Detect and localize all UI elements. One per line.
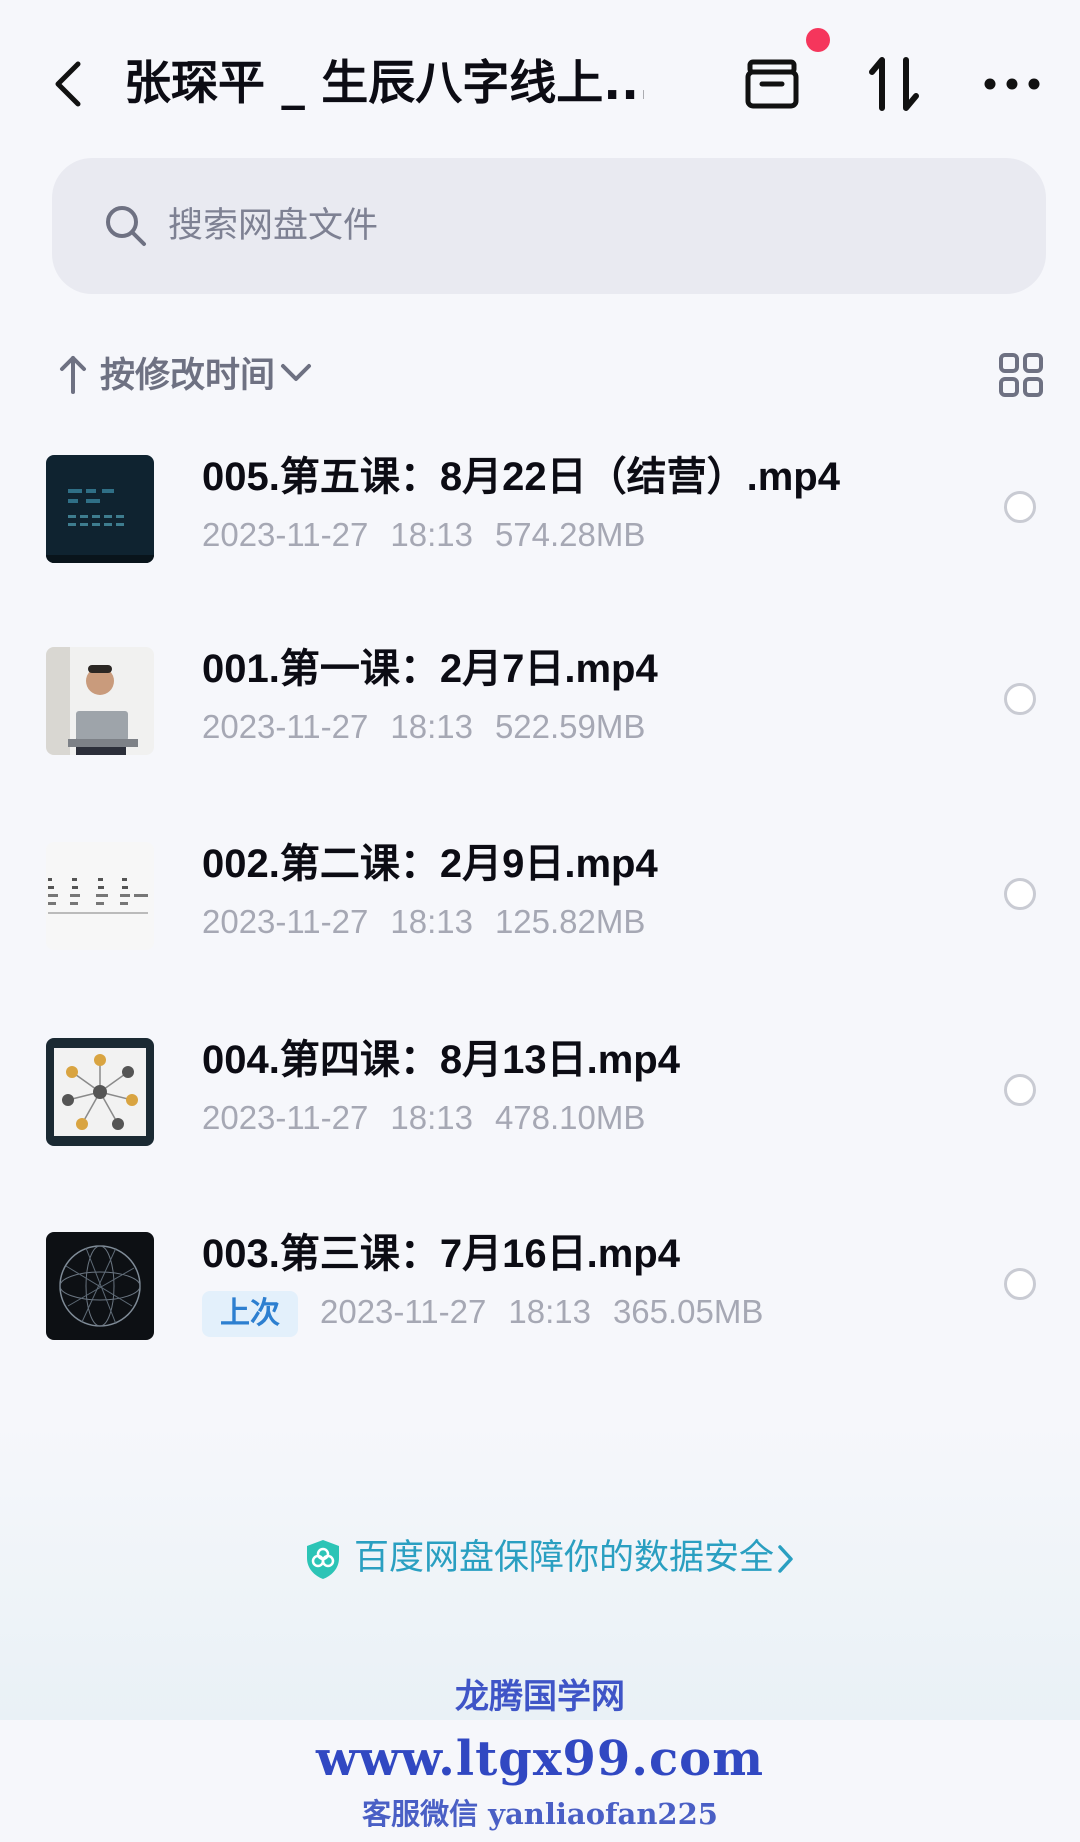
grid-view-icon[interactable]: [998, 352, 1044, 398]
watermark-url: www.ltgx99.com: [316, 1731, 764, 1787]
video-thumbnail: [46, 647, 154, 755]
file-size: 125.82MB: [494, 903, 646, 940]
select-radio[interactable]: [1004, 683, 1036, 715]
file-row[interactable]: 005.第五课：8月22日（结营）.mp4 2023-11-27 18:13 574…: [0, 455, 1080, 615]
select-radio[interactable]: [1004, 1074, 1036, 1106]
file-row[interactable]: 002.第二课：2月9日.mp4 2023-11-27 18:13 125.82MB: [0, 842, 1080, 1002]
select-radio[interactable]: [1004, 491, 1036, 523]
watermark-contact: 客服微信 yanliaofan225: [362, 1797, 718, 1831]
file-time: 18:13: [390, 903, 473, 940]
chevron-down-icon[interactable]: [280, 362, 312, 384]
sort-label[interactable]: 按修改时间: [100, 350, 275, 402]
file-date: 2023-11-27: [320, 1293, 487, 1330]
file-name: 003.第三课：7月16日.mp4: [202, 1232, 680, 1276]
file-name: 002.第二课：2月9日.mp4: [202, 842, 658, 886]
back-icon[interactable]: [48, 60, 88, 108]
file-time: 18:13: [390, 516, 473, 553]
file-size: 478.10MB: [494, 1099, 646, 1136]
video-thumbnail: [46, 455, 154, 563]
folder-title: 张琛平 _ 生辰八字线上...: [124, 56, 644, 111]
app-header: 张琛平 _ 生辰八字线上...: [0, 0, 1080, 160]
video-thumbnail: [46, 1232, 154, 1340]
search-input[interactable]: 搜索网盘文件: [168, 198, 378, 254]
file-size: 574.28MB: [494, 516, 646, 553]
file-size: 365.05MB: [612, 1293, 764, 1330]
file-name: 005.第五课：8月22日（结营）.mp4: [202, 455, 840, 499]
more-icon[interactable]: [984, 56, 1040, 112]
sort-bar: 按修改时间: [0, 340, 1080, 410]
security-text: 百度网盘保障你的数据安全: [354, 1538, 775, 1578]
file-meta: 2023-11-27 18:13 522.59MB: [202, 703, 667, 751]
file-size: 522.59MB: [494, 708, 646, 745]
file-meta: 2023-11-27 18:13 125.82MB: [202, 898, 667, 946]
file-row[interactable]: 004.第四课：8月13日.mp4 2023-11-27 18:13 478.10M…: [0, 1038, 1080, 1198]
file-date: 2023-11-27: [202, 903, 369, 940]
transfer-icon[interactable]: [866, 56, 922, 112]
shield-icon: [307, 1540, 339, 1579]
file-meta: 2023-11-27 18:13 574.28MB: [202, 511, 667, 559]
file-name: 004.第四课：8月13日.mp4: [202, 1038, 680, 1082]
file-row[interactable]: 001.第一课：2月7日.mp4 2023-11-27 18:13 522.59MB: [0, 647, 1080, 807]
file-meta: 2023-11-27 18:13 478.10MB: [202, 1094, 667, 1142]
file-time: 18:13: [390, 1099, 473, 1136]
file-time: 18:13: [390, 708, 473, 745]
sort-direction-icon[interactable]: [58, 354, 88, 394]
file-date: 2023-11-27: [202, 516, 369, 553]
video-thumbnail: [46, 1038, 154, 1146]
file-time: 18:13: [508, 1293, 591, 1330]
search-icon: [106, 206, 146, 246]
file-date: 2023-11-27: [202, 1099, 369, 1136]
watermark-site-name: 龙腾国学网: [455, 1677, 625, 1717]
file-name: 001.第一课：2月7日.mp4: [202, 647, 658, 691]
select-radio[interactable]: [1004, 878, 1036, 910]
notification-dot: [806, 28, 830, 52]
video-thumbnail: [46, 842, 154, 950]
last-played-badge: 上次: [202, 1291, 298, 1337]
file-tray-icon[interactable]: [744, 56, 800, 112]
search-bar[interactable]: 搜索网盘文件: [52, 158, 1046, 294]
file-date: 2023-11-27: [202, 708, 369, 745]
chevron-right-icon: [778, 1545, 793, 1573]
file-row[interactable]: 003.第三课：7月16日.mp4 上次 2023-11-27 18:13 365.0…: [0, 1232, 1080, 1392]
file-meta: 上次 2023-11-27 18:13 365.05MB: [202, 1288, 785, 1337]
select-radio[interactable]: [1004, 1268, 1036, 1300]
